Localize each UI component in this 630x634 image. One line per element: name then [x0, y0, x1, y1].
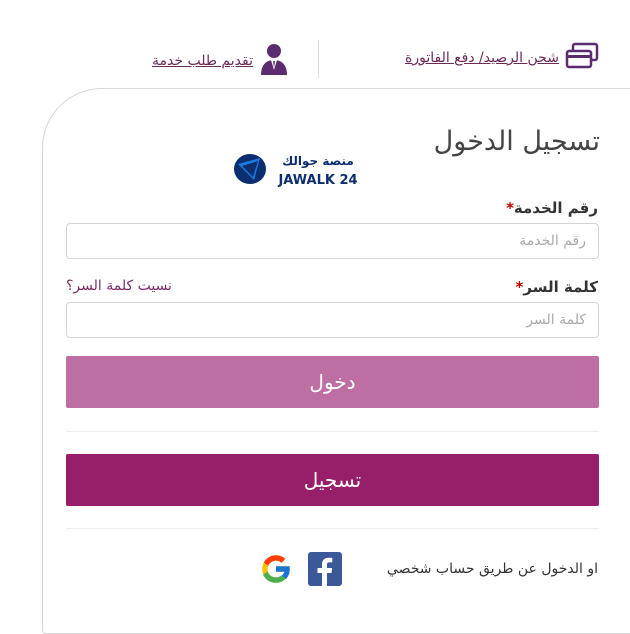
divider	[66, 431, 599, 432]
service-number-input[interactable]	[66, 223, 599, 259]
facebook-icon[interactable]	[308, 552, 342, 586]
top-links: شحن الرصيد/ دفع الفاتورة تقديم طلب خدمة	[0, 40, 630, 80]
password-input[interactable]	[66, 302, 599, 338]
recharge-link[interactable]: شحن الرصيد/ دفع الفاتورة	[405, 42, 599, 74]
service-request-link-label: تقديم طلب خدمة	[152, 53, 253, 69]
service-request-link[interactable]: تقديم طلب خدمة	[152, 42, 289, 80]
jawalk-logo: منصة جوالك JAWALK 24	[230, 150, 370, 188]
service-number-label: رقم الخدمة*	[506, 199, 598, 217]
google-icon[interactable]	[258, 551, 294, 587]
register-button[interactable]: تسجيل	[66, 454, 599, 506]
card-icon	[565, 42, 599, 74]
password-label: كلمة السر*	[515, 278, 598, 296]
logo-arabic-text: منصة جوالك	[282, 154, 354, 169]
forgot-password-link[interactable]: نسيت كلمة السر؟	[66, 278, 172, 294]
logo-text: JAWALK 24	[277, 173, 357, 188]
top-links-divider	[318, 40, 319, 78]
user-icon	[259, 42, 289, 80]
divider	[66, 528, 599, 529]
recharge-link-label: شحن الرصيد/ دفع الفاتورة	[405, 50, 559, 66]
social-login-text: او الدخول عن طريق حساب شخصي	[386, 561, 598, 577]
login-button[interactable]: دخول	[66, 356, 599, 408]
page-title: تسجيل الدخول	[433, 126, 600, 157]
